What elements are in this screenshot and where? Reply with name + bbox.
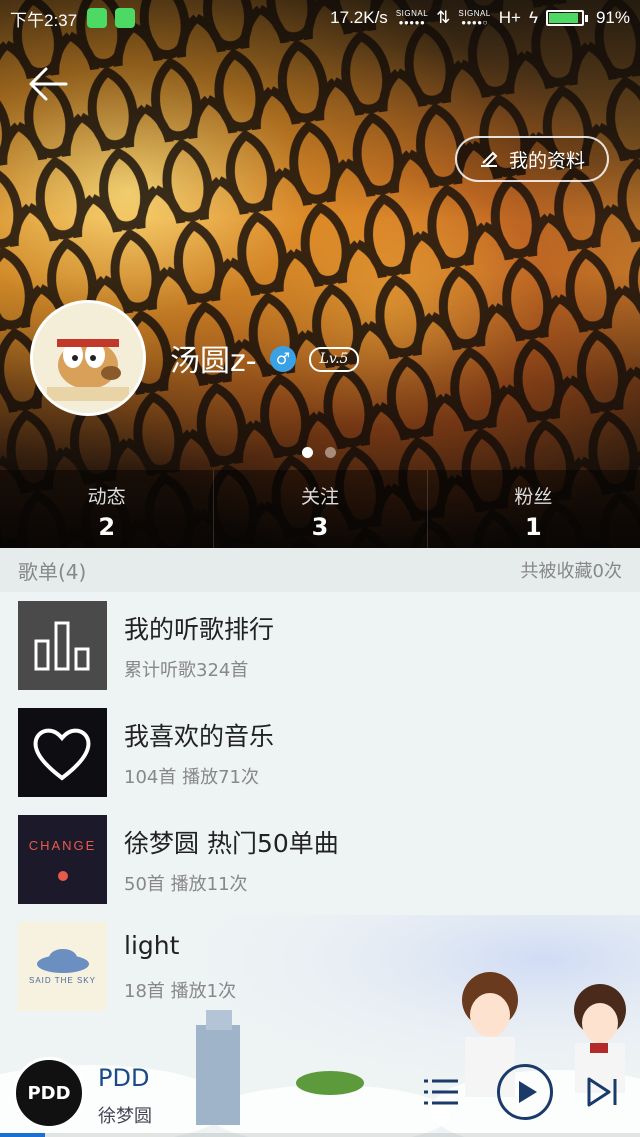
network-type: H+ (498, 8, 521, 27)
now-playing-title: PDD (98, 1064, 150, 1092)
signal-icon: SIGNAL ●●●●● (395, 9, 429, 27)
stat-value: 1 (524, 513, 542, 541)
playlist-item[interactable]: CHANGE 徐梦圆 热门50单曲 50首 播放11次 (0, 806, 640, 913)
page-dot-2 (325, 447, 336, 458)
stat-label: 动态 (87, 486, 126, 508)
signal-label: SIGNAL (395, 9, 429, 18)
stat-value: 3 (311, 513, 329, 541)
playlist-item[interactable]: 我喜欢的音乐 104首 播放71次 (0, 699, 640, 806)
mesh-pattern-background (0, 0, 640, 548)
stats-bar: 动态 2 关注 3 粉丝 1 (0, 470, 640, 548)
profile-header-background: 下午2:37 17.2K/s SIGNAL ●●●●● ⇅ SIGNAL ●●●●○… (0, 0, 640, 548)
playlist-subtitle: 18首 播放1次 (124, 981, 237, 1002)
playlist-cover (18, 708, 107, 797)
now-playing-artist: 徐梦圆 (98, 1106, 152, 1127)
playlist-item[interactable]: 我的听歌排行 累计听歌324首 (0, 592, 640, 699)
mini-player[interactable]: PDD PDD 徐梦圆 (0, 1048, 640, 1137)
stat-following[interactable]: 关注 3 (213, 470, 426, 548)
play-icon (519, 1081, 537, 1103)
net-speed: 17.2K/s (330, 8, 388, 27)
skip-next-icon (587, 1077, 617, 1107)
signal-label-2: SIGNAL (458, 9, 491, 18)
cover-logo-icon (57, 871, 68, 881)
cover-text: SAID THE SKY (29, 976, 96, 985)
sd-card-icon (115, 8, 136, 28)
battery-icon (545, 10, 588, 26)
collected-count: 共被收藏0次 (520, 561, 622, 582)
avatar[interactable] (30, 300, 146, 416)
username: 汤圆z- (170, 344, 257, 379)
stat-label: 粉丝 (514, 486, 553, 508)
status-time: 下午2:37 (10, 10, 78, 30)
back-button[interactable] (28, 66, 72, 106)
stat-followers[interactable]: 粉丝 1 (426, 470, 640, 548)
playlist-title: 徐梦圆 热门50单曲 (124, 829, 339, 858)
playlist-title: 我喜欢的音乐 (124, 722, 275, 751)
my-profile-label: 我的资料 (508, 149, 585, 172)
playlist-cover: CHANGE (18, 815, 107, 904)
now-playing-disc[interactable]: PDD (13, 1057, 85, 1129)
data-transfer-icon: ⇅ (436, 8, 451, 27)
avatar-cartoon-dog-image (33, 303, 143, 413)
playlists-section-title: 歌单(4) (18, 559, 87, 584)
bar-chart-icon (34, 621, 90, 671)
stat-label: 关注 (300, 486, 339, 508)
signal-icon-2: SIGNAL ●●●●○ (458, 9, 491, 27)
playlist-queue-button[interactable] (422, 1076, 460, 1108)
heart-icon (33, 728, 91, 781)
gender-male-icon: ♂ (270, 346, 296, 372)
page-dot-1 (302, 447, 313, 458)
playlist-item[interactable]: SAID THE SKY light 18首 播放1次 (0, 913, 640, 1020)
playlist-subtitle: 累计听歌324首 (124, 660, 249, 681)
status-bar: 下午2:37 17.2K/s SIGNAL ●●●●● ⇅ SIGNAL ●●●●○… (0, 0, 640, 36)
edit-pencil-icon (480, 151, 498, 167)
playlist-subtitle: 50首 播放11次 (124, 874, 248, 895)
notification-app-icon (87, 8, 108, 28)
next-track-button[interactable] (585, 1076, 619, 1108)
playback-progress-fill (0, 1133, 45, 1137)
disc-text: PDD (27, 1082, 71, 1104)
charging-icon: ϟ (528, 8, 538, 27)
level-badge: Lv.5 (309, 347, 359, 372)
playlist-subtitle: 104首 播放71次 (124, 767, 259, 788)
back-arrow-icon (29, 67, 68, 101)
stat-activity[interactable]: 动态 2 (0, 470, 213, 548)
playlist-title: 我的听歌排行 (124, 615, 275, 644)
playback-progress-bar[interactable] (0, 1133, 640, 1137)
playlist-cover: SAID THE SKY (18, 922, 107, 1011)
list-icon (424, 1079, 458, 1105)
cover-text: CHANGE (28, 838, 97, 853)
playlist-title: light (124, 931, 180, 960)
battery-percent: 91% (595, 8, 630, 27)
playlist-cover (18, 601, 107, 690)
playlists-section-header: 歌单(4) 共被收藏0次 (0, 548, 640, 592)
page-indicator (302, 447, 336, 458)
playlist-list: 我的听歌排行 累计听歌324首 我喜欢的音乐 104首 播放71次 CHANGE… (0, 592, 640, 1020)
cloud-icon (36, 949, 89, 973)
play-button[interactable] (497, 1064, 553, 1120)
my-profile-button[interactable]: 我的资料 (455, 136, 609, 182)
stat-value: 2 (98, 513, 116, 541)
